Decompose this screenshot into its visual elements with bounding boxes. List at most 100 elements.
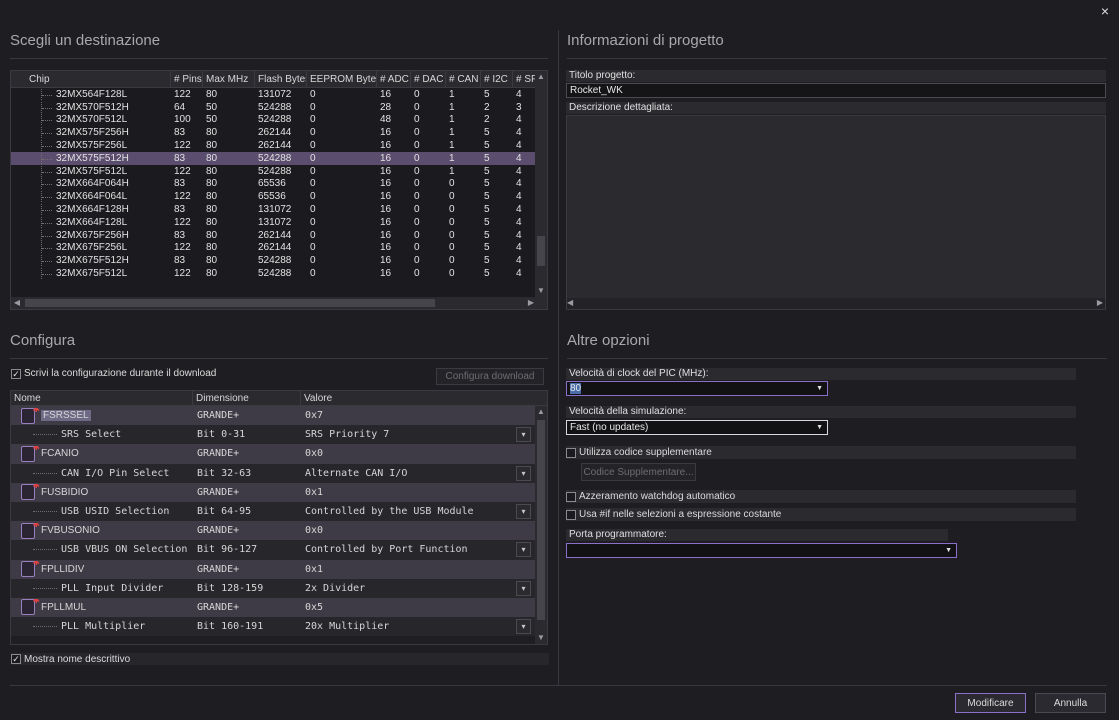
chip-col-header[interactable]: # CAN [446,71,481,87]
chevron-down-icon[interactable]: ▾ [516,427,531,443]
table-row[interactable]: 32MX570F512L 100 50 524288 0 48 0 1 2 4 [11,114,547,127]
scroll-right-icon[interactable]: ▶ [1097,297,1103,309]
table-row[interactable]: 32MX570F512H 64 50 524288 0 28 0 1 2 3 [11,101,547,114]
chevron-down-icon[interactable]: ▼ [816,424,823,431]
project-title-input[interactable]: Rocket_WK [566,83,1106,98]
table-row[interactable]: 32MX575F512L 122 80 524288 0 16 0 1 5 4 [11,165,547,178]
config-register-row[interactable]: FSRSSEL GRANDE+ 0x7 [11,406,535,426]
chevron-down-icon[interactable]: ▾ [516,504,531,520]
config-register-row[interactable]: FPLLIDIV GRANDE+ 0x1 [11,559,535,579]
table-row[interactable]: 32MX675F512H 83 80 524288 0 16 0 0 5 4 [11,254,547,267]
scroll-down-icon[interactable]: ▼ [535,632,547,644]
config-table-body[interactable]: FSRSSEL GRANDE+ 0x7 SRS Select Bit 0-31 SRS P… [11,406,535,637]
chip-col-header[interactable]: Flash Bytes [255,71,307,87]
checkbox-checked-icon[interactable]: ✓ [11,368,21,379]
chip-cell: 0 [310,152,316,164]
chip-cell: 131072 [258,216,292,228]
chip-col-header[interactable]: # DAC [411,71,446,87]
config-field-row[interactable]: SRS Select Bit 0-31 SRS Priority 7 ▾ [11,425,535,445]
chip-col-header[interactable]: # I2C [481,71,513,87]
config-register-row[interactable]: FPLLMUL GRANDE+ 0x5 [11,597,535,618]
config-vscroll-thumb[interactable] [537,420,545,620]
config-name-cell: FPLLMUL [11,599,193,616]
chip-cell: 16 [380,216,392,228]
scroll-down-icon[interactable]: ▼ [535,285,547,297]
checkbox-icon[interactable] [566,491,576,502]
chevron-down-icon[interactable]: ▾ [516,580,531,596]
scroll-left-icon[interactable]: ◀ [567,297,573,309]
register-icon [21,561,40,578]
chevron-down-icon[interactable]: ▾ [516,542,531,558]
chip-cell: 0 [449,216,455,228]
config-register-row[interactable]: FCANIO GRANDE+ 0x0 [11,444,535,464]
config-value-cell[interactable]: SRS Priority 7 [301,429,535,440]
config-value-cell[interactable]: 20x Multiplier [301,621,535,632]
chip-col-header[interactable]: # Pins [171,71,203,87]
scroll-up-icon[interactable]: ▲ [535,71,547,83]
chip-col-header[interactable]: Chip [11,71,171,87]
chip-hscrollbar[interactable]: ◀ ▶ [11,297,547,309]
config-register-row[interactable]: FVBUSONIO GRANDE+ 0x0 [11,521,535,541]
table-row[interactable]: 32MX664F064H 83 80 65536 0 16 0 0 5 4 [11,178,547,191]
chevron-down-icon[interactable]: ▼ [816,385,823,392]
programmer-port-select[interactable]: ▼ [566,543,957,558]
table-row[interactable]: 32MX575F256H 83 80 262144 0 16 0 1 5 4 [11,126,547,139]
clock-label: Velocità di clock del PIC (MHz): [566,368,1076,380]
table-row[interactable]: 32MX664F064L 122 80 65536 0 16 0 0 5 4 [11,190,547,203]
config-value-cell[interactable]: Alternate CAN I/O [301,468,535,479]
config-download-button[interactable]: Configura download [436,368,544,385]
checkbox-icon[interactable] [566,509,576,520]
chip-col-header[interactable]: EEPROM Bytes [307,71,377,87]
show-descriptive-checkbox[interactable]: ✓ Mostra nome descrittivo [11,653,549,665]
sim-speed-select[interactable]: Fast (no updates) ▼ [566,420,828,435]
write-config-checkbox[interactable]: ✓ Scrivi la configurazione durante il do… [11,368,216,379]
config-field-row[interactable]: USB USID Selection Bit 64-95 Controlled by… [11,501,535,522]
config-value-cell[interactable]: Controlled by Port Function [301,544,535,555]
config-value-cell[interactable]: 2x Divider [301,583,535,594]
chip-col-header[interactable]: # SP [513,71,537,87]
config-field-row[interactable]: PLL Multiplier Bit 160-191 20x Multiplier ▾ [11,617,535,637]
checkbox-icon[interactable] [566,447,576,458]
table-row[interactable]: 32MX564F128L 122 80 131072 0 16 0 1 5 4 [11,88,547,101]
table-row[interactable]: 32MX664F128H 83 80 131072 0 16 0 0 5 4 [11,203,547,216]
table-row[interactable]: 32MX575F256L 122 80 262144 0 16 0 1 5 4 [11,139,547,152]
clock-select[interactable]: 80 ▼ [566,381,828,396]
table-row[interactable]: 32MX675F256L 122 80 262144 0 16 0 0 5 4 [11,242,547,255]
table-row[interactable]: 32MX575F512H 83 80 524288 0 16 0 1 5 4 [11,151,547,165]
watchdog-checkbox[interactable]: Azzeramento watchdog automatico [566,490,1076,503]
table-row[interactable]: 32MX675F512L 122 80 524288 0 16 0 0 5 4 [11,267,547,280]
chevron-down-icon[interactable]: ▾ [516,619,531,635]
modify-button[interactable]: Modificare [955,693,1026,713]
use-extra-code-checkbox[interactable]: Utilizza codice supplementare [566,446,1076,459]
chip-table[interactable]: Chip # Pins Max MHz Flash Bytes EEPROM Bytes… [10,70,548,310]
close-icon[interactable]: × [1101,3,1109,19]
chip-col-header[interactable]: Max MHz [203,71,255,87]
checkbox-checked-icon[interactable]: ✓ [11,654,21,664]
chevron-down-icon[interactable]: ▼ [945,547,952,554]
table-row[interactable]: 32MX675F256H 83 80 262144 0 16 0 0 5 4 [11,229,547,242]
chip-cell: 5 [484,191,490,203]
chevron-down-icon[interactable]: ▾ [516,465,531,481]
config-vscrollbar[interactable]: ▲ ▼ [535,406,547,644]
scroll-up-icon[interactable]: ▲ [535,406,547,418]
description-hscrollbar[interactable]: ◀ ▶ [567,298,1105,309]
config-field-row[interactable]: CAN I/O Pin Select Bit 32-63 Alternate CAN… [11,463,535,483]
config-table[interactable]: Nome Dimensione Valore FSRSSEL GRANDE+ 0x7… [10,390,548,645]
extra-code-button[interactable]: Codice Supplementare... [581,463,696,481]
chip-col-header[interactable]: # ADC [377,71,411,87]
table-row[interactable]: 32MX664F128L 122 80 131072 0 16 0 0 5 4 [11,216,547,229]
cancel-button[interactable]: Annulla [1035,693,1106,713]
config-field-row[interactable]: USB VBUS ON Selection Bit 96-127 Controlle… [11,540,535,560]
scroll-left-icon[interactable]: ◀ [11,297,23,309]
chip-table-body[interactable]: 32MX564F128L 122 80 131072 0 16 0 1 5 4 32MX570F51… [11,88,547,280]
description-textarea[interactable] [566,115,1106,310]
chip-vscrollbar[interactable]: ▲ ▼ [535,71,547,297]
chip-hscroll-thumb[interactable] [25,299,435,307]
config-value-cell[interactable]: Controlled by the USB Module [301,506,535,517]
scroll-right-icon[interactable]: ▶ [525,297,537,309]
ifdef-checkbox[interactable]: Usa #if nelle selezioni a espressione co… [566,508,1076,521]
config-field-row[interactable]: PLL Input Divider Bit 128-159 2x Divider ▾ [11,578,535,598]
chip-vscroll-thumb[interactable] [537,236,545,266]
config-register-row[interactable]: FUSBIDIO GRANDE+ 0x1 [11,482,535,502]
config-size-cell: GRANDE+ [197,563,240,575]
